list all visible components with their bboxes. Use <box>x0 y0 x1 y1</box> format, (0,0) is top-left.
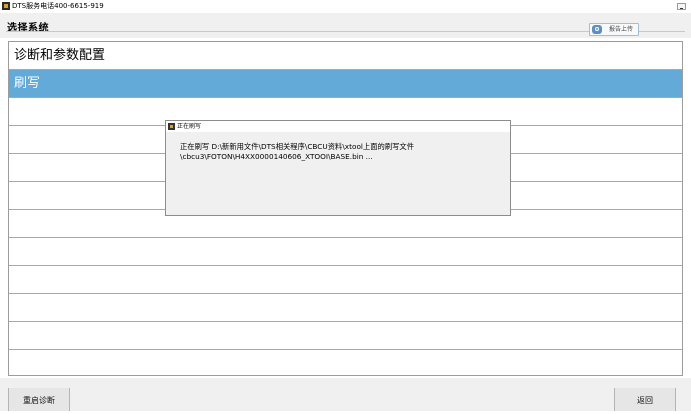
restart-diagnosis-button[interactable]: 重启诊断 <box>8 388 70 411</box>
dialog-app-icon <box>168 123 175 130</box>
back-button[interactable]: 返回 <box>614 388 676 411</box>
list-item[interactable] <box>9 266 682 294</box>
dialog-message: 正在刷写 D:\新新用文件\DTS相关程序\CBCU资料\xtool上面的刷写文… <box>180 142 500 162</box>
dialog-title: 正在刷写 <box>177 123 202 130</box>
minimize-icon[interactable] <box>677 3 686 10</box>
window-title: DTS服务电话400-6615-919 <box>12 2 104 10</box>
header-divider <box>6 31 685 32</box>
page-header: 选择系统 报告上传 <box>0 13 691 38</box>
list-item[interactable] <box>9 294 682 322</box>
dialog-message-line2: \cbcu3\FOTON\H4XX0000140606_XTOOI\BASE.b… <box>180 152 373 161</box>
upload-icon <box>592 25 602 34</box>
app-icon <box>2 2 10 10</box>
list-item[interactable] <box>9 238 682 266</box>
report-upload-label: 报告上传 <box>609 26 634 33</box>
window-titlebar: DTS服务电话400-6615-919 <box>0 0 691 13</box>
footer-bar: 重启诊断 返回 <box>0 378 691 411</box>
flashing-dialog: 正在刷写 正在刷写 D:\新新用文件\DTS相关程序\CBCU资料\xtool上… <box>165 120 511 216</box>
dialog-titlebar: 正在刷写 <box>166 121 510 132</box>
dialog-message-line1: 正在刷写 D:\新新用文件\DTS相关程序\CBCU资料\xtool上面的刷写文… <box>180 142 415 151</box>
list-item-diagnosis[interactable]: 诊断和参数配置 <box>9 42 682 70</box>
list-item[interactable] <box>9 350 682 375</box>
list-item[interactable] <box>9 322 682 350</box>
report-upload-button[interactable]: 报告上传 <box>589 23 639 36</box>
list-item-flash[interactable]: 刷写 <box>9 70 682 98</box>
